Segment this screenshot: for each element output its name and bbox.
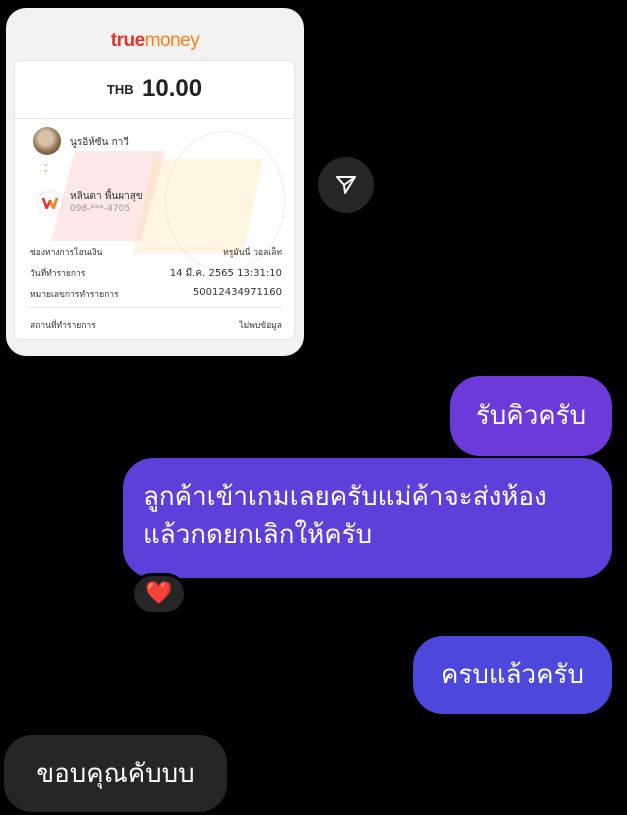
receiver-phone: 098-***-4705 [70, 204, 131, 214]
amount-row: THB 10.00 [15, 75, 294, 103]
message-reaction[interactable]: ❤️ [131, 573, 187, 615]
message-text: รับคิวครับ [475, 401, 587, 431]
brand-part1: true [110, 30, 145, 51]
info-label: วันที่ทำรายการ [30, 269, 86, 279]
heart-icon: ❤️ [145, 581, 173, 606]
shared-receipt-image[interactable]: truemoney THB 10.00 นูรอิห์ซัน กาวี ⌄ ⌄ ห… [6, 8, 304, 356]
info-label: ช่องทางการโอนเงิน [30, 248, 103, 258]
receipt-card: THB 10.00 นูรอิห์ซัน กาวี ⌄ ⌄ หลินดา พื้น… [15, 61, 294, 339]
message-text: ครบแล้วครับ [440, 660, 584, 690]
info-label: หมายเลขการทำรายการ [30, 290, 119, 300]
currency-label: THB [106, 81, 134, 97]
info-row-location: สถานที่ทำรายการ ไม่พบข้อมูล [30, 318, 282, 332]
info-row-transaction-id: หมายเลขการทำรายการ 50012434971160 [30, 287, 282, 301]
message-text: ขอบคุณคับบบ [36, 758, 195, 789]
share-button[interactable] [318, 157, 374, 213]
truemoney-logo: truemoney [6, 30, 304, 52]
message-bubble-received[interactable]: ขอบคุณคับบบ [4, 735, 227, 812]
receiver-name: หลินดา พื้นผาสุข [70, 191, 143, 202]
info-value: 50012434971160 [192, 287, 282, 298]
divider [27, 307, 282, 308]
divider [15, 118, 294, 119]
info-value: ไม่พบข้อมูล [239, 321, 282, 331]
info-value: ทรูมันนี่ วอลเล็ท [223, 248, 282, 258]
info-row-date: วันที่ทำรายการ 14 มี.ค. 2565 13:31:10 [30, 266, 282, 281]
message-bubble-sent[interactable]: ครบแล้วครับ [413, 636, 612, 714]
sender-name: นูรอิห์ซัน กาวี [70, 137, 129, 148]
info-label: สถานที่ทำรายการ [30, 321, 96, 331]
sender-avatar [33, 127, 61, 155]
brand-part2: money [144, 30, 200, 51]
message-bubble-sent[interactable]: ลูกค้าเข้าเกมเลยครับแม่ค้าจะส่งห้องแล้วก… [123, 458, 612, 578]
message-bubble-sent[interactable]: รับคิวครับ [450, 376, 612, 456]
decorative-pattern [132, 159, 264, 254]
amount-value: 10.00 [142, 75, 203, 102]
message-text: ลูกค้าเข้าเกมเลยครับแม่ค้าจะส่งห้องแล้วก… [143, 482, 547, 550]
info-value: 14 มี.ค. 2565 13:31:10 [169, 268, 282, 279]
chevron-down-icon: ⌄ ⌄ [42, 159, 50, 175]
info-row-channel: ช่องทางการโอนเงิน ทรูมันนี่ วอลเล็ท [30, 245, 282, 259]
send-icon [336, 176, 356, 194]
wallet-logo-icon [38, 191, 62, 215]
